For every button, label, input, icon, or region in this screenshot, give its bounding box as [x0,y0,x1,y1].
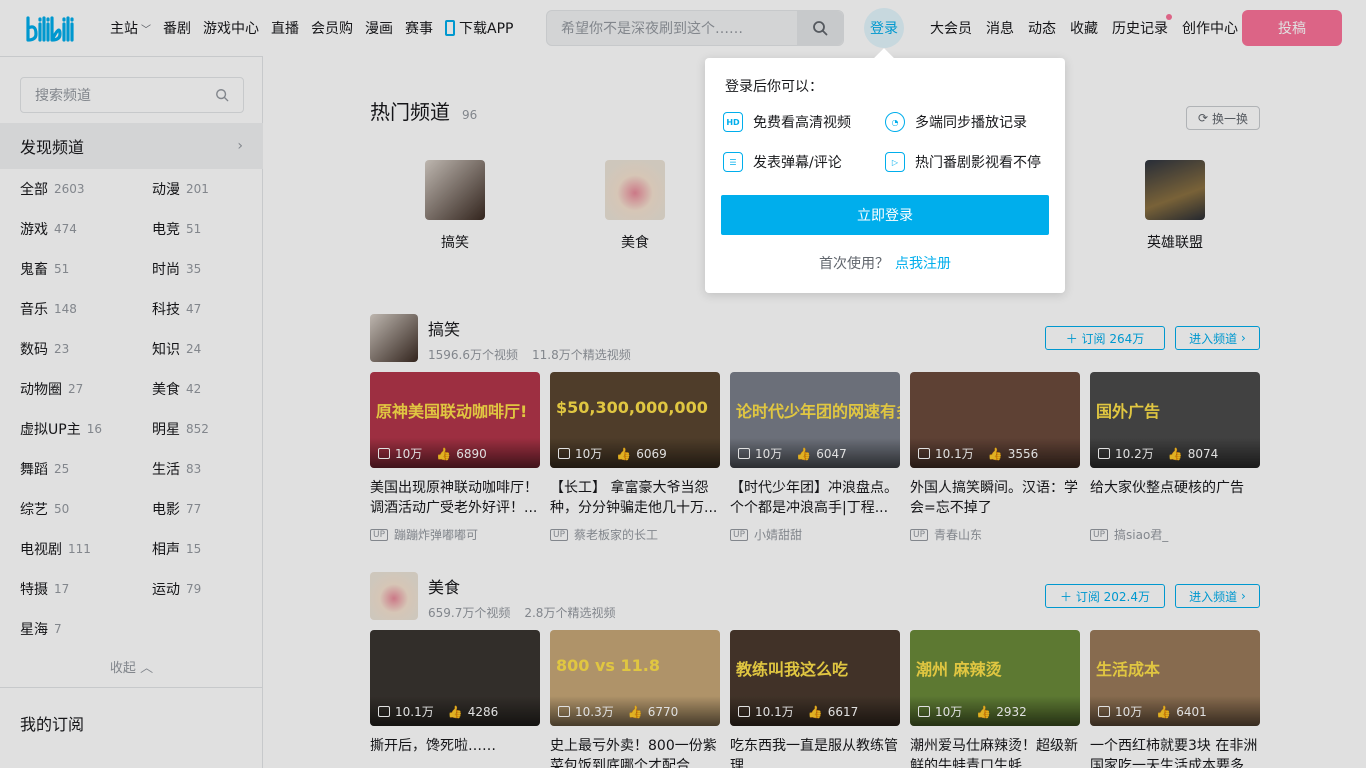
benefit-anime: ▷ 热门番剧影视看不停 [885,152,1041,172]
play-icon: ▷ [885,152,905,172]
login-now-button[interactable]: 立即登录 [721,195,1049,235]
clock-icon: ◔ [885,112,905,132]
login-popover: 登录后你可以： HD 免费看高清视频 ◔ 多端同步播放记录 ☰ 发表弹幕/评论 ▷ 热门… [705,48,1065,293]
danmaku-icon: ☰ [723,152,743,172]
dim-overlay [0,0,1366,768]
hd-icon: HD [723,112,743,132]
benefit-danmaku: ☰ 发表弹幕/评论 [723,152,842,172]
register-link[interactable]: 点我注册 [895,256,951,272]
benefit-sync: ◔ 多端同步播放记录 [885,112,1027,132]
register-line: 首次使用？ 点我注册 [819,256,951,272]
benefit-hd: HD 免费看高清视频 [723,112,851,132]
